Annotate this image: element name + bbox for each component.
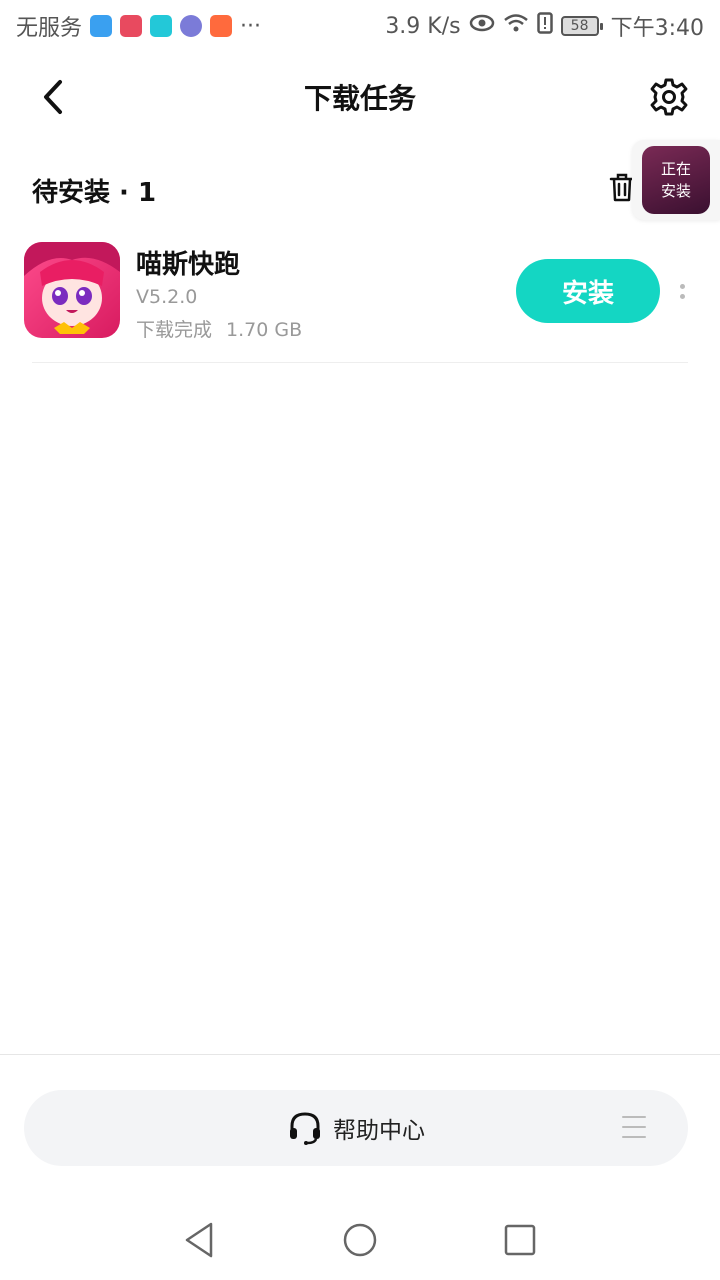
- battery-indicator: 58: [560, 16, 603, 36]
- nav-back-button[interactable]: [180, 1220, 220, 1260]
- sim-alert-icon: [536, 12, 553, 40]
- page-title: 下载任务: [303, 82, 416, 115]
- system-nav-bar: [0, 1200, 720, 1280]
- installing-thumbnail: 正在 安装: [642, 146, 710, 214]
- status-left: 无服务 ···: [16, 10, 261, 42]
- gear-icon: [650, 78, 688, 116]
- floating-installing-widget[interactable]: 正在 安装: [632, 140, 720, 220]
- installing-label-line1: 正在: [660, 160, 691, 178]
- divider: [32, 362, 688, 363]
- help-center-bar[interactable]: 帮助中心: [24, 1090, 688, 1166]
- more-notifications: ···: [240, 13, 261, 39]
- security-app-icon: [90, 15, 113, 37]
- menu-icon[interactable]: [622, 1116, 646, 1138]
- more-dot-icon: [679, 293, 685, 299]
- list-item[interactable]: 喵斯快跑 V5.2.0 下载完成 1.70 GB 安装: [24, 242, 696, 341]
- app-download-status: 下载完成 1.70 GB: [136, 315, 302, 342]
- status-text: 下载完成: [136, 319, 213, 341]
- headset-icon: [290, 1112, 320, 1145]
- carrier-text: 无服务: [16, 16, 83, 41]
- network-speed: 3.9 K/s: [385, 13, 461, 39]
- installing-label-line2: 安装: [660, 182, 691, 200]
- screen: 无服务 ··· 3.9 K/s 58 下午3:40 下载任务 待安装 · 1 正…: [0, 0, 720, 1280]
- bottom-divider: [0, 1054, 720, 1055]
- clock: 下午3:40: [610, 16, 704, 41]
- top-app-icon: [150, 15, 173, 37]
- nav-recents-button[interactable]: [500, 1220, 540, 1260]
- browser-app-icon: [180, 15, 203, 37]
- more-options-button[interactable]: [672, 276, 692, 306]
- app-name: 喵斯快跑: [136, 250, 241, 280]
- help-center-label: 帮助中心: [333, 1118, 425, 1144]
- app-icon: [24, 242, 120, 338]
- huawei-app-icon: [120, 15, 143, 37]
- nav-home-icon: [343, 1223, 377, 1257]
- shop-app-icon: [210, 15, 233, 37]
- nav-home-button[interactable]: [340, 1220, 380, 1260]
- app-version: V5.2.0: [136, 286, 198, 308]
- more-dot-icon: [679, 283, 685, 289]
- nav-recents-icon: [504, 1224, 536, 1256]
- back-arrow-icon: [44, 80, 62, 114]
- install-button[interactable]: 安装: [516, 259, 660, 323]
- back-button[interactable]: [30, 74, 76, 120]
- header: 下载任务: [0, 60, 720, 134]
- settings-button[interactable]: [646, 74, 692, 120]
- section-title-pending: 待安装 · 1: [32, 178, 157, 208]
- status-bar: 无服务 ··· 3.9 K/s 58 下午3:40: [0, 0, 720, 52]
- file-size: 1.70 GB: [226, 319, 303, 341]
- eye-icon: [469, 13, 495, 39]
- nav-back-icon: [185, 1222, 213, 1258]
- status-right: 3.9 K/s 58 下午3:40: [385, 10, 704, 42]
- wifi-icon: [503, 12, 529, 40]
